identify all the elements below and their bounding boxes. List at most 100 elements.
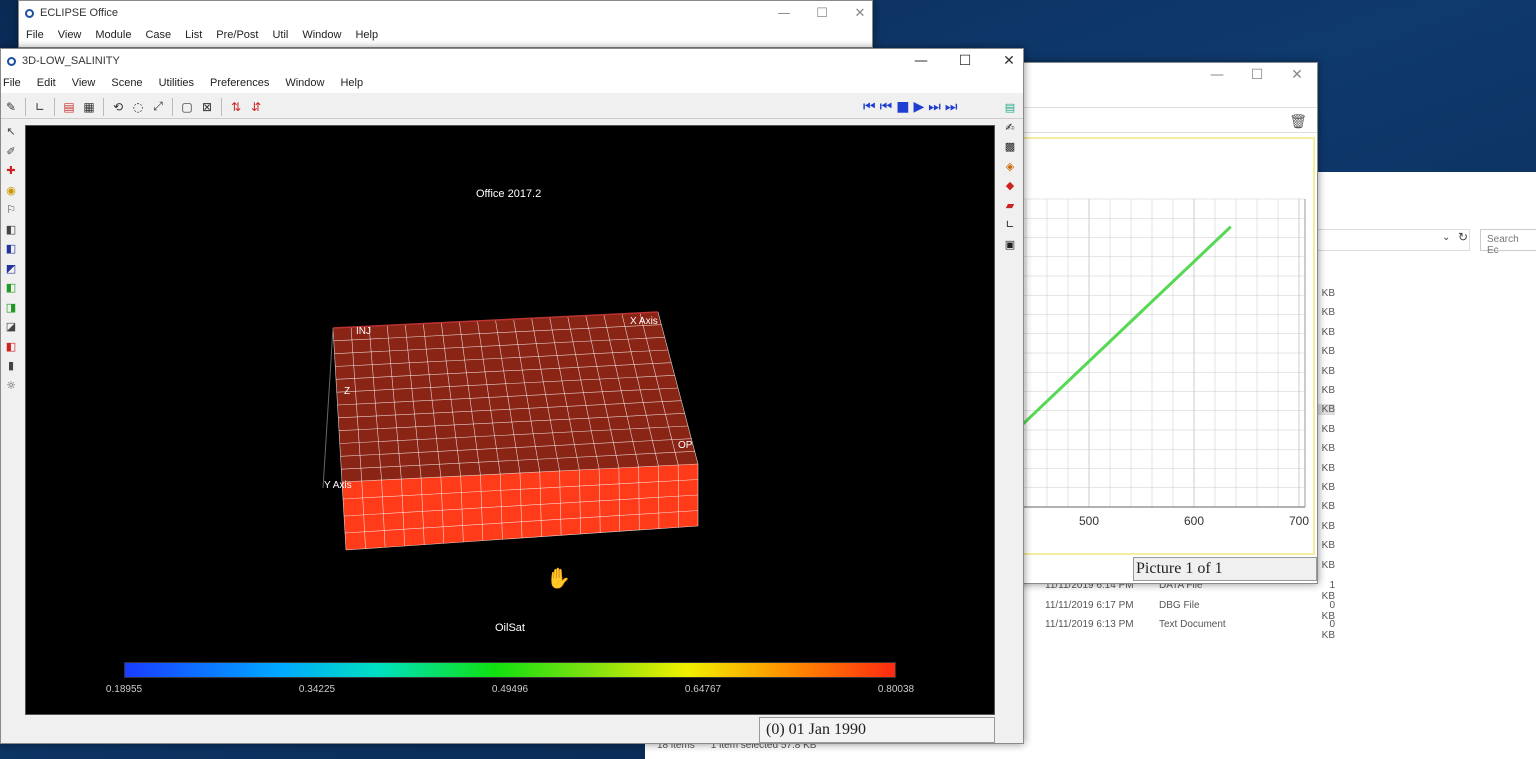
palette-icon[interactable]: ◈ [1001,160,1019,180]
menu-item-util[interactable]: Util [265,29,295,41]
picture-caption: Picture 1 of 1 [1133,557,1317,581]
move-icon[interactable]: ✚ [1,164,21,184]
colorbar-tick-label: 0.49496 [491,684,529,695]
color-scale-bar [124,662,896,678]
menu-item-view[interactable]: View [64,77,104,89]
chevron-down-icon[interactable]: ⌄ [1442,232,1450,243]
orbit-icon[interactable]: ◌ [129,98,147,116]
pointer-icon[interactable]: ↖ [1,125,21,145]
close-button[interactable]: ✕ [1277,63,1317,87]
minimize-button[interactable]: — [899,49,943,73]
cubes-icon[interactable]: ◆ [1001,179,1019,199]
zoom-icon[interactable]: ⤢ [149,98,167,116]
eclipse-logo-icon [25,8,34,18]
close-button[interactable]: ✕ [841,1,879,25]
file-size: 0 KB [1321,619,1335,641]
maximize-button[interactable]: ☐ [1237,63,1277,87]
slice-blue2-icon[interactable]: ◩ [1,262,21,282]
menu-item-view[interactable]: View [51,29,89,41]
grid-icon[interactable]: ▦ [80,98,98,116]
search-input[interactable]: Search Ec [1480,229,1536,256]
plot-area: 500 600 700 [1009,137,1315,555]
menu-item-file[interactable]: File [1,77,29,89]
menu-item-utilities[interactable]: Utilities [151,77,202,89]
series-line [1009,225,1232,438]
battery-icon[interactable]: ▮ [1,359,21,379]
menu-item-file[interactable]: File [19,29,51,41]
sort-asc-icon[interactable]: ⇅ [227,98,245,116]
file-row[interactable]: 11/11/2019 6:13 PM Text Document 0 KB [1045,619,1335,641]
menu-item-scene[interactable]: Scene [103,77,150,89]
minimize-button[interactable]: — [765,1,803,25]
play-button[interactable]: ▶ [913,99,924,115]
slice-blue-icon[interactable]: ◧ [1,242,21,262]
axis-icon[interactable]: ∟ [31,98,49,116]
trash-icon[interactable]: 🗑 [1289,113,1307,130]
layers-icon[interactable]: ▤ [60,98,78,116]
flag-icon[interactable]: ⚐ [1,203,21,223]
slice-grey-icon[interactable]: ◪ [1,320,21,340]
minimize-button[interactable]: — [1197,63,1237,87]
menu-item-window[interactable]: Window [295,29,348,41]
maximize-button[interactable]: ☐ [803,1,841,25]
maximize-button[interactable]: ☐ [943,49,987,73]
prev-step-button[interactable]: ⏮ [880,99,893,115]
grid-top-face [333,312,698,482]
window-controls: — ☐ ✕ [1197,63,1317,87]
box-cross-icon[interactable]: ⊠ [198,98,216,116]
time-step-label: (0) 01 Jan 1990 [759,717,995,743]
x-axis-label: X Axis [630,316,658,327]
colorbar-tick-label: 0.18955 [105,684,143,695]
menu-item-preferences[interactable]: Preferences [202,77,277,89]
toolbar-separator [54,97,55,116]
axis-icon[interactable]: ∟ [1001,218,1019,238]
menu-item-window[interactable]: Window [277,77,332,89]
y-axis-line [322,327,334,489]
target-icon[interactable]: ◉ [1,184,21,204]
pick-icon[interactable]: ✐ [1,145,21,165]
next-step-button[interactable]: ⏭ [928,99,941,115]
rotate-icon[interactable]: ⟲ [109,98,127,116]
first-step-button[interactable]: ⏮ [863,99,876,115]
plot-window: — ☐ ✕ 🗑 500 600 700 Picture 1 of 1 [1009,62,1318,584]
book-icon[interactable]: ▰ [1001,199,1019,219]
3d-viewport[interactable]: Office 2017.2 INJ X Axis Y Axis Z OP ✋ O… [25,125,995,715]
refresh-icon[interactable]: ↻ [1458,230,1468,244]
menu-item-pre-post[interactable]: Pre/Post [209,29,265,41]
y-axis-label: Y Axis [324,480,352,491]
stop-button[interactable]: ■ [896,99,909,115]
hand-cursor-icon: ✋ [546,568,571,590]
menu-item-help[interactable]: Help [348,29,385,41]
slice-green2-icon[interactable]: ◨ [1,301,21,321]
menu-item-edit[interactable]: Edit [29,77,64,89]
window-controls: — ☐ ✕ [899,49,1031,73]
window-title: ECLIPSE Office [40,7,119,19]
animation-controls: ⏮ ⏮ ■ ▶ ⏭ ⏭ [863,99,957,115]
box-icon[interactable]: ▢ [178,98,196,116]
colorbar-tick-label: 0.34225 [298,684,336,695]
menu-item-help[interactable]: Help [332,77,371,89]
x-tick-label: 500 [1079,514,1099,528]
sort-desc-icon[interactable]: ⇵ [247,98,265,116]
window-icon[interactable]: ▣ [1001,238,1019,258]
menu-bar: File Edit View Scene Utilities Preferences Win… [1,73,1023,93]
draw-icon[interactable]: ✍ [1001,121,1019,141]
close-button[interactable]: ✕ [987,49,1031,73]
pencil-icon[interactable]: ✎ [2,98,20,116]
menu-item-list[interactable]: List [178,29,209,41]
right-toolbar: ▤ ✍ ▩ ◈ ◆ ▰ ∟ ▣ [1001,101,1019,257]
slice-red-icon[interactable]: ◧ [1,340,21,360]
slice-green-icon[interactable]: ◧ [1,281,21,301]
title-bar: 3D-LOW_SALINITY [1,49,1023,73]
line-chart: 500 600 700 [1009,198,1309,528]
toolbar-separator [172,97,173,116]
file-date: 11/11/2019 6:13 PM [1045,619,1134,630]
colorscale-icon[interactable]: ▤ [1001,101,1019,121]
menu-item-module[interactable]: Module [88,29,138,41]
checker-icon[interactable]: ▩ [1001,140,1019,160]
toolbar-separator [25,97,26,116]
slice-icon[interactable]: ◧ [1,223,21,243]
bulb-icon[interactable]: ☼ [1,379,21,399]
menu-item-case[interactable]: Case [138,29,178,41]
last-step-button[interactable]: ⏭ [945,99,958,115]
